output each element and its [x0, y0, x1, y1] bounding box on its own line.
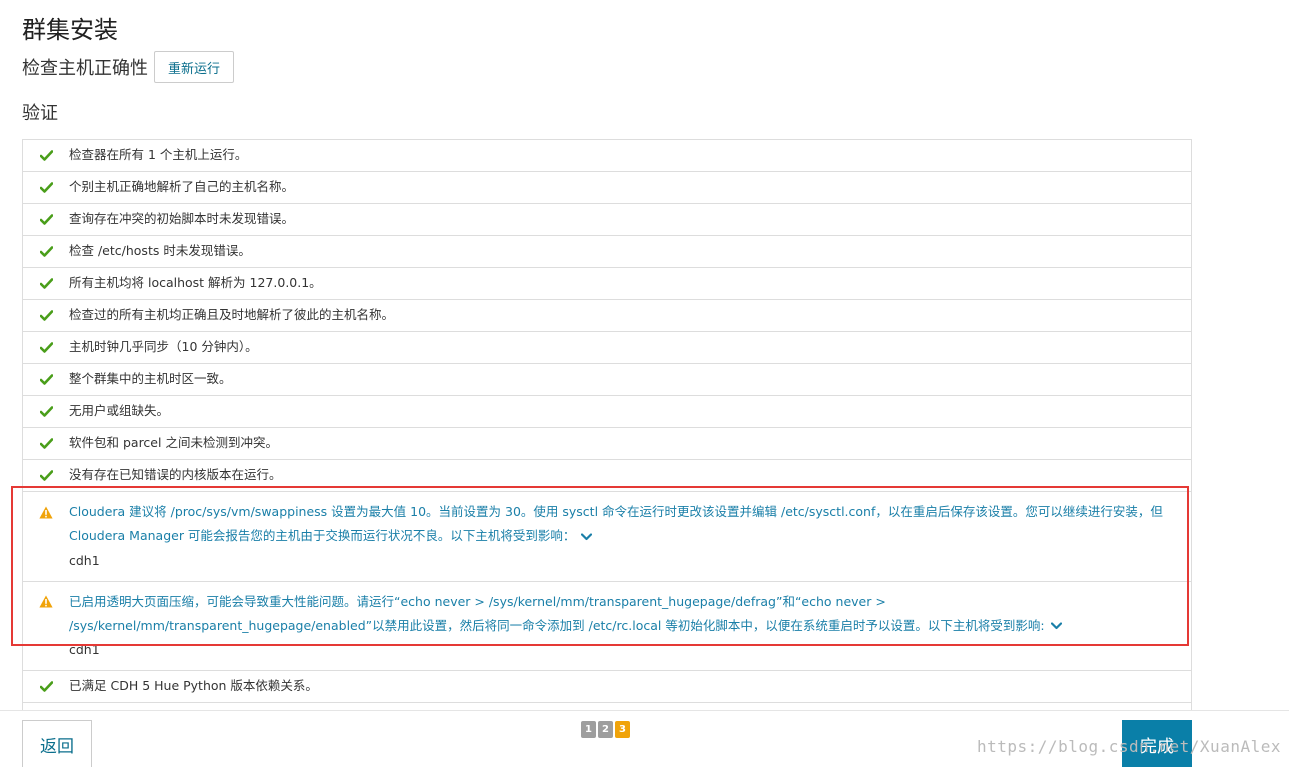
validation-message: 检查过的所有主机均正确且及时地解析了彼此的主机名称。: [69, 307, 395, 322]
check-icon: [39, 211, 53, 227]
affected-host: cdh1: [69, 552, 100, 568]
validation-row-body: 查询存在冲突的初始脚本时未发现错误。: [69, 211, 1181, 227]
validation-row: 所有主机均将 localhost 解析为 127.0.0.1。: [23, 268, 1191, 300]
validation-message: 没有存在已知错误的内核版本在运行。: [69, 467, 282, 482]
validation-row: 检查器在所有 1 个主机上运行。: [23, 140, 1191, 172]
validation-row: 个别主机正确地解析了自己的主机名称。: [23, 172, 1191, 204]
affected-host: cdh1: [69, 642, 100, 657]
validation-message: 已启用透明大页面压缩，可能会导致重大性能问题。请运行“echo never > …: [69, 593, 1045, 633]
validation-message: 查询存在冲突的初始脚本时未发现错误。: [69, 211, 295, 226]
validation-message: 无用户或组缺失。: [69, 403, 170, 418]
watermark: https://blog.csdn.net/XuanAlex: [977, 737, 1281, 756]
check-icon: [39, 339, 53, 355]
validation-message: 检查器在所有 1 个主机上运行。: [69, 147, 248, 162]
warning-icon: [39, 500, 53, 524]
validation-row: 检查 /etc/hosts 时未发现错误。: [23, 236, 1191, 268]
validation-row-body: 检查器在所有 1 个主机上运行。: [69, 147, 1181, 163]
validation-row-body: 已满足 CDH 5 Hue Python 版本依赖关系。: [69, 678, 1181, 694]
validation-row: Cloudera 建议将 /proc/sys/vm/swappiness 设置为…: [23, 492, 1191, 582]
validation-row-body: 个别主机正确地解析了自己的主机名称。: [69, 179, 1181, 195]
validation-row-body: 所有主机均将 localhost 解析为 127.0.0.1。: [69, 275, 1181, 291]
check-icon: [39, 435, 53, 451]
check-icon: [39, 371, 53, 387]
validation-row-body: 已启用透明大页面压缩，可能会导致重大性能问题。请运行“echo never > …: [69, 590, 1181, 663]
validation-message: 检查 /etc/hosts 时未发现错误。: [69, 243, 251, 258]
validation-row-body: 没有存在已知错误的内核版本在运行。: [69, 467, 1181, 483]
footer: 返回 123 完成 https://blog.csdn.net/XuanAlex: [0, 710, 1289, 767]
chevron-down-icon[interactable]: [581, 525, 593, 549]
validation-list[interactable]: 检查器在所有 1 个主机上运行。个别主机正确地解析了自己的主机名称。 查询存在冲突…: [22, 139, 1192, 710]
page-subtitle: 检查主机正确性: [22, 58, 148, 79]
check-icon: [39, 678, 53, 694]
validation-row-body: 检查过的所有主机均正确且及时地解析了彼此的主机名称。: [69, 307, 1181, 323]
rerun-button[interactable]: 重新运行: [154, 51, 235, 83]
validation-message: 个别主机正确地解析了自己的主机名称。: [69, 179, 295, 194]
validation-row-body: 整个群集中的主机时区一致。: [69, 371, 1181, 387]
warning-icon: [39, 590, 53, 614]
validation-message: 已满足 CDH 5 Hue Python 版本依赖关系。: [69, 678, 318, 693]
validation-row: 查询存在冲突的初始脚本时未发现错误。: [23, 204, 1191, 236]
validation-message: Cloudera 建议将 /proc/sys/vm/swappiness 设置为…: [69, 504, 1163, 543]
check-icon: [39, 467, 53, 483]
validation-row: 已满足 CDH 5 Hue Python 版本依赖关系。: [23, 671, 1191, 703]
check-icon: [39, 403, 53, 419]
check-icon: [39, 243, 53, 259]
validation-row-body: 检查 /etc/hosts 时未发现错误。: [69, 243, 1181, 259]
validation-row-body: 软件包和 parcel 之间未检测到冲突。: [69, 435, 1181, 451]
check-icon: [39, 179, 53, 195]
validation-row: 整个群集中的主机时区一致。: [23, 364, 1191, 396]
subtitle-row: 检查主机正确性 重新运行: [22, 51, 235, 83]
check-icon: [39, 275, 53, 291]
validation-message: 主机时钟几乎同步（10 分钟内）。: [69, 339, 258, 354]
validation-row: 检查过的所有主机均正确且及时地解析了彼此的主机名称。: [23, 300, 1191, 332]
validation-row-body: 主机时钟几乎同步（10 分钟内）。: [69, 339, 1181, 355]
validation-message: 整个群集中的主机时区一致。: [69, 371, 232, 386]
step-2: 2: [598, 721, 613, 738]
validation-row: 已启用透明大页面压缩，可能会导致重大性能问题。请运行“echo never > …: [23, 582, 1191, 671]
chevron-down-icon[interactable]: [1050, 614, 1062, 638]
check-icon: [39, 147, 53, 163]
validation-row: 0 台主机正在运行 CDH 4，1 台主机正在运行 CDH 5。: [23, 703, 1191, 710]
step-indicator: 123: [581, 721, 630, 738]
validation-row: 没有存在已知错误的内核版本在运行。: [23, 460, 1191, 492]
back-button[interactable]: 返回: [22, 720, 92, 767]
validation-row: 软件包和 parcel 之间未检测到冲突。: [23, 428, 1191, 460]
section-title: 验证: [22, 103, 58, 124]
validation-message: 所有主机均将 localhost 解析为 127.0.0.1。: [69, 275, 322, 290]
check-icon: [39, 307, 53, 323]
step-1: 1: [581, 721, 596, 738]
page-title: 群集安装: [22, 16, 118, 44]
validation-row-body: Cloudera 建议将 /proc/sys/vm/swappiness 设置为…: [69, 500, 1181, 573]
validation-message: 软件包和 parcel 之间未检测到冲突。: [69, 435, 278, 450]
validation-row: 无用户或组缺失。: [23, 396, 1191, 428]
step-3: 3: [615, 721, 630, 738]
validation-row: 主机时钟几乎同步（10 分钟内）。: [23, 332, 1191, 364]
validation-row-body: 无用户或组缺失。: [69, 403, 1181, 419]
